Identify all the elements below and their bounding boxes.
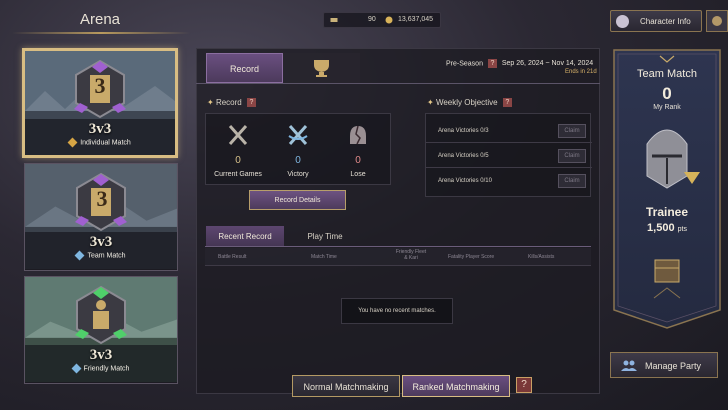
mode-label: 3v3 (88, 121, 112, 137)
banner-rank-label: My Rank (653, 104, 681, 111)
tab-record-label: Record (229, 64, 259, 74)
record-header-icon: ✦ (207, 98, 214, 107)
recent-divider (205, 246, 591, 247)
currency-bar: 90 13,637,045 (323, 12, 441, 28)
trophy-icon (314, 60, 329, 77)
mode-label: 3v3 (89, 234, 113, 250)
broken-helmet-icon (350, 125, 366, 145)
record-stats: 0 Current Games 0 Victory 0 Lose (205, 113, 391, 185)
mode-card-team[interactable]: 3 3v3 Team Match (24, 163, 178, 271)
mode-sub-label: Friendly Match (25, 363, 177, 374)
mode-card-individual[interactable]: 3 3v3 Individual Match (22, 48, 178, 158)
record-details-label: Record Details (274, 197, 321, 204)
banner-points: 1,500 pts (647, 222, 687, 234)
claim-button[interactable]: Claim (558, 149, 586, 163)
menu-square-button[interactable] (706, 10, 728, 32)
objective-row: Arena Victories 0/10 Claim (426, 169, 592, 193)
tab-play-time[interactable]: Play Time (286, 226, 364, 246)
column-header: Battle Result (218, 254, 247, 260)
banner-tier: Trainee (645, 205, 689, 219)
column-header: Fatality Player Score (448, 254, 495, 260)
record-help-icon[interactable]: ? (246, 98, 256, 108)
individual-gem-icon (67, 137, 78, 148)
season-ends: Ends in 21d (565, 69, 597, 75)
banner-rank-value: 0 (662, 84, 672, 103)
emblem-icon (712, 16, 722, 26)
team-gem-icon (74, 250, 85, 261)
victory-swords-icon (288, 125, 308, 145)
currency-1-value: 90 (368, 16, 376, 23)
tab-record[interactable]: Record (206, 53, 283, 83)
manage-party-button[interactable]: Manage Party (610, 352, 718, 378)
mode-card-friendly[interactable]: 3v3 Friendly Match (24, 276, 178, 384)
column-header: Match Time (311, 254, 337, 260)
mode-sub-label: Team Match (25, 250, 177, 261)
crossed-swords-icon (228, 125, 248, 145)
character-info-label: Character Info (640, 17, 691, 26)
title-divider (12, 32, 190, 34)
training-dummy-emblem-icon (75, 285, 127, 345)
rank-digit: 3 (94, 73, 106, 98)
tab-recent-record[interactable]: Recent Record (206, 226, 284, 246)
ranked-matchmaking-button[interactable]: Ranked Matchmaking (402, 375, 510, 397)
weekly-objectives: Arena Victories 0/3 Claim Arena Victorie… (425, 113, 592, 197)
column-header: Kills/Assists (528, 254, 555, 260)
empty-recent-message: You have no recent matches. (341, 298, 453, 324)
mode-label: 3v3 (89, 347, 113, 363)
page-title: Arena (80, 11, 121, 28)
objective-row: Arena Victories 0/3 Claim (426, 119, 592, 143)
season-help-icon[interactable]: ? (487, 59, 497, 68)
rank-digit: 3 (96, 186, 108, 211)
currency-2-value: 13,637,045 (398, 16, 434, 23)
matchmaking-help-button[interactable]: ? (516, 377, 532, 393)
party-icon (621, 360, 637, 371)
objective-row: Arena Victories 0/5 Claim (426, 144, 592, 168)
character-portrait-icon (616, 15, 629, 28)
tab-ranking[interactable] (283, 53, 360, 83)
column-header: Friendly Fleet & Kari (395, 249, 427, 261)
season-info: Pre-Season ? Sep 26, 2024 ~ Nov 14, 2024 (446, 59, 593, 68)
stat-current-games: 0 Current Games (210, 116, 266, 178)
season-range: Sep 26, 2024 ~ Nov 14, 2024 (501, 60, 594, 68)
record-details-button[interactable]: Record Details (249, 190, 346, 210)
banner-title: Team Match (637, 68, 697, 80)
claim-button[interactable]: Claim (558, 124, 586, 138)
stat-victory: 0 Victory (270, 116, 326, 178)
character-info-button[interactable]: Character Info (610, 10, 702, 32)
record-header: ✦ Record ? (207, 98, 256, 108)
ticket-icon (330, 18, 338, 22)
friendly-gem-icon (71, 363, 81, 374)
coin-icon (385, 16, 393, 24)
claim-button[interactable]: Claim (558, 174, 586, 188)
normal-matchmaking-button[interactable]: Normal Matchmaking (292, 375, 400, 397)
stat-lose: 0 Lose (330, 116, 386, 178)
weekly-header: ✦ Weekly Objective ? (427, 98, 512, 108)
reward-chest-button[interactable] (650, 258, 680, 288)
mode-sub-label: Individual Match (25, 137, 175, 148)
season-name: Pre-Season (446, 60, 483, 68)
weekly-header-icon: ✦ (427, 98, 434, 107)
main-panel (196, 48, 600, 394)
arena-title-bar: Arena (0, 0, 200, 38)
weekly-help-icon[interactable]: ? (502, 98, 512, 108)
